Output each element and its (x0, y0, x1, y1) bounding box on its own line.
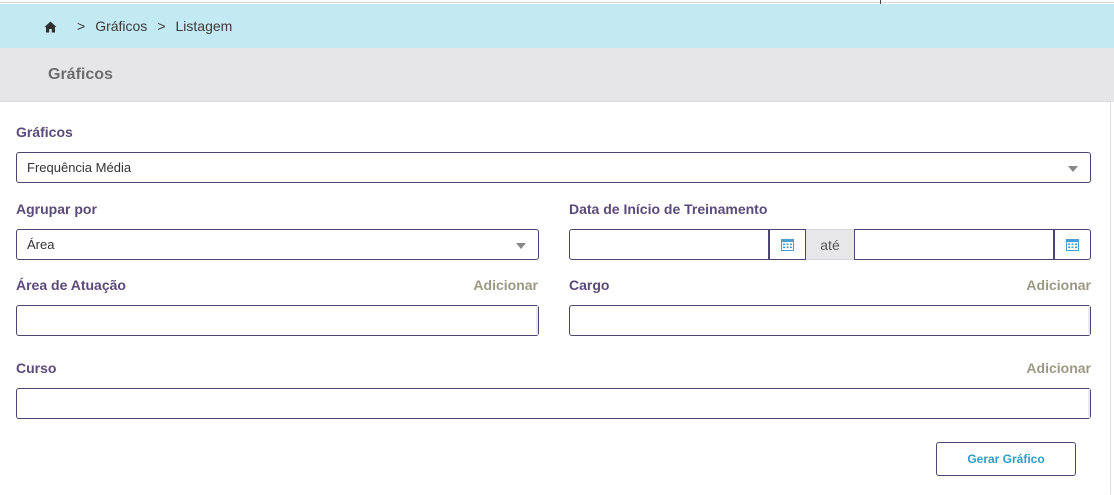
home-icon[interactable] (44, 20, 57, 33)
calendar-icon (1066, 239, 1079, 251)
area-atuacao-add-link[interactable]: Adicionar (438, 277, 538, 293)
curso-input[interactable] (16, 388, 1091, 419)
date-range-group: até (569, 229, 1091, 260)
curso-label: Curso (16, 360, 57, 376)
graficos-select-value: Frequência Média (27, 160, 132, 175)
end-date-input[interactable] (854, 229, 1054, 260)
agrupar-por-select-value: Área (27, 237, 55, 252)
page-title: Gráficos (48, 66, 113, 83)
breadcrumb: > Gráficos > Listagem (0, 4, 1114, 48)
generate-chart-button[interactable]: Gerar Gráfico (936, 442, 1076, 476)
curso-add-link[interactable]: Adicionar (991, 360, 1091, 376)
breadcrumb-separator: > (157, 18, 166, 34)
chevron-down-icon (1068, 166, 1078, 172)
chevron-down-icon (516, 243, 526, 249)
input-edge (1088, 306, 1090, 335)
cargo-add-link[interactable]: Adicionar (991, 277, 1091, 293)
graficos-select[interactable]: Frequência Média (16, 152, 1091, 183)
agrupar-por-label: Agrupar por (16, 201, 97, 217)
date-range-separator: até (806, 229, 854, 260)
agrupar-por-select[interactable]: Área (16, 229, 539, 260)
breadcrumb-item-graficos[interactable]: Gráficos (95, 18, 147, 34)
area-atuacao-input[interactable] (16, 305, 539, 336)
graficos-label: Gráficos (16, 124, 73, 140)
cargo-label: Cargo (569, 277, 610, 293)
start-date-input[interactable] (569, 229, 769, 260)
end-calendar-button[interactable] (1054, 229, 1091, 260)
breadcrumb-item-listagem: Listagem (175, 18, 233, 34)
input-edge (1088, 389, 1090, 418)
area-atuacao-label: Área de Atuação (16, 277, 126, 293)
calendar-icon (781, 239, 794, 251)
cargo-input[interactable] (569, 305, 1091, 336)
start-calendar-button[interactable] (769, 229, 806, 260)
page-header: Gráficos (0, 48, 1114, 102)
breadcrumb-separator: > (77, 18, 86, 34)
input-edge (536, 306, 538, 335)
top-border (0, 0, 1114, 4)
data-inicio-label: Data de Início de Treinamento (569, 201, 768, 217)
